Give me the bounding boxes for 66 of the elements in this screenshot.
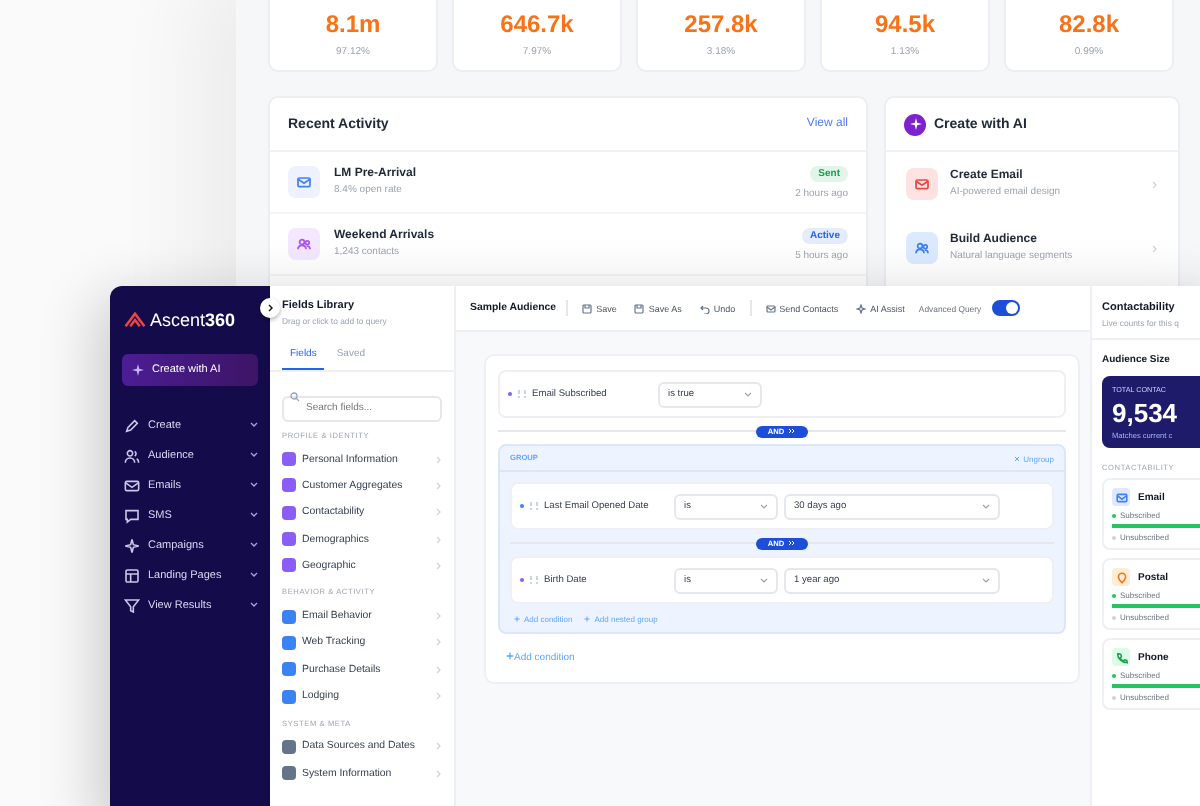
- caret-icon: [744, 391, 752, 397]
- total-value: 9,534: [1112, 398, 1180, 428]
- caret-icon: [250, 602, 258, 608]
- pencil-icon: [124, 417, 140, 433]
- mail-icon: [288, 166, 320, 198]
- layout-icon: [124, 567, 140, 583]
- people-icon: [124, 447, 140, 463]
- phone-icon: [1112, 648, 1130, 666]
- sparkle-icon: [904, 113, 926, 135]
- chevron-icon: [436, 481, 442, 490]
- chevron-icon: [1152, 179, 1158, 189]
- close-icon: [1013, 455, 1020, 461]
- mail-icon: [124, 477, 140, 493]
- double-chevron-icon: [788, 428, 797, 434]
- save-icon: [634, 303, 645, 313]
- chevron-icon: [436, 665, 442, 674]
- caret-icon: [250, 452, 258, 458]
- save-icon: [582, 303, 593, 313]
- collapse-button[interactable]: [260, 298, 280, 318]
- chevron-icon: [436, 769, 442, 778]
- chevron-icon: [1152, 243, 1158, 253]
- chat-icon: [124, 507, 140, 523]
- chevron-icon: [436, 455, 442, 464]
- chevron-icon: [436, 508, 442, 517]
- chevron-icon: [436, 535, 442, 544]
- people-icon: [288, 228, 320, 260]
- chevron-icon: [436, 638, 442, 647]
- caret-icon: [250, 512, 258, 518]
- stat-value: 646.7k: [500, 10, 574, 38]
- plus-icon: [514, 616, 520, 622]
- pin-icon: [1112, 568, 1130, 586]
- double-chevron-icon: [788, 540, 797, 546]
- plus-icon: [584, 616, 591, 622]
- sparkle-icon: [124, 537, 140, 553]
- mail-icon: [1112, 488, 1130, 506]
- drag-handle-icon[interactable]: [530, 502, 538, 510]
- chevron-icon: [267, 304, 273, 312]
- stat-value: 94.5k: [874, 10, 936, 38]
- chevron-icon: [436, 742, 442, 751]
- caret-icon: [760, 503, 768, 509]
- caret-icon: [250, 572, 258, 578]
- sparkle-icon: [856, 303, 867, 313]
- sparkle-icon: [132, 364, 144, 376]
- caret-icon: [250, 422, 258, 428]
- mail-icon: [906, 168, 938, 200]
- chevron-icon: [436, 692, 442, 701]
- logo-text: Ascent360: [150, 310, 236, 330]
- mail-icon: [765, 303, 776, 313]
- toggle-switch[interactable]: [991, 300, 1020, 316]
- caret-icon: [982, 503, 990, 509]
- caret-icon: [760, 577, 768, 583]
- drag-handle-icon[interactable]: [530, 576, 538, 584]
- people-icon: [906, 232, 938, 264]
- caret-icon: [250, 542, 258, 548]
- funnel-icon: [124, 597, 140, 613]
- plus-icon: [506, 652, 514, 660]
- caret-icon: [982, 577, 990, 583]
- stat-value: 257.8k: [684, 10, 758, 38]
- search-icon: [290, 392, 300, 402]
- drag-handle-icon[interactable]: [518, 390, 526, 398]
- chevron-icon: [436, 561, 442, 570]
- undo-icon: [699, 303, 710, 313]
- chevron-icon: [436, 612, 442, 621]
- stat-value: 82.8k: [1058, 10, 1120, 38]
- stat-value: 8.1m: [325, 10, 381, 38]
- caret-icon: [250, 482, 258, 488]
